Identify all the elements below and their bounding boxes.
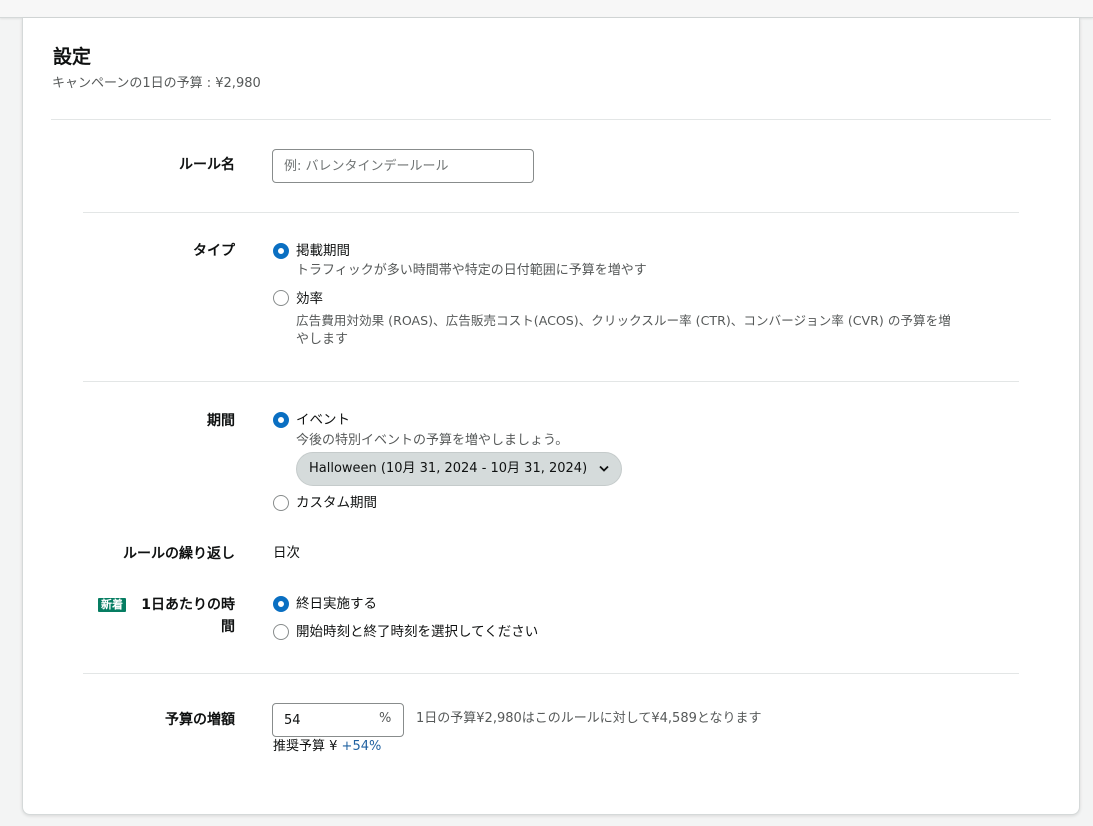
period-option-event-description: 今後の特別イベントの予算を増やしましょう。 xyxy=(296,433,569,448)
type-radio-placement[interactable] xyxy=(273,243,289,259)
budget-increase-label: 予算の増額 xyxy=(165,712,235,728)
type-option-efficiency-description-cont: やします xyxy=(296,332,349,347)
type-label: タイプ xyxy=(193,243,235,259)
daily-time-option-custom[interactable]: 開始時刻と終了時刻を選択してください xyxy=(296,622,538,642)
type-option-placement[interactable]: 掲載期間 xyxy=(296,241,350,261)
event-select-value: Halloween (10月 31, 2024 - 10月 31, 2024) xyxy=(309,461,588,476)
daily-budget-subtitle: キャンペーンの1日の予算 : ¥2,980 xyxy=(52,76,261,91)
recommended-budget: 推奨予算 ¥ +54% xyxy=(273,737,381,756)
divider xyxy=(83,212,1019,213)
settings-card: 設定 キャンペーンの1日の予算 : ¥2,980 ルール名 タイプ 掲載期間 ト… xyxy=(22,18,1080,815)
daily-time-radio-custom[interactable] xyxy=(273,624,289,640)
daily-time-label: 1日あたりの時 xyxy=(141,597,235,613)
event-select[interactable]: Halloween (10月 31, 2024 - 10月 31, 2024) xyxy=(296,452,622,486)
divider xyxy=(83,673,1019,674)
period-label: 期間 xyxy=(207,413,235,429)
recommended-budget-link[interactable]: +54% xyxy=(342,739,382,754)
budget-increase-summary: 1日の予算¥2,980はこのルールに対して¥4,589となります xyxy=(416,711,762,726)
recurrence-label: ルールの繰り返し xyxy=(123,546,235,562)
daily-time-option-all-day[interactable]: 終日実施する xyxy=(296,594,377,614)
rule-name-label: ルール名 xyxy=(179,157,235,173)
type-radio-efficiency[interactable] xyxy=(273,290,289,306)
recurrence-value: 日次 xyxy=(273,545,300,561)
chevron-down-icon xyxy=(599,465,609,472)
recommended-budget-label: 推奨予算 ¥ xyxy=(273,739,338,754)
divider xyxy=(51,119,1051,120)
page-title: 設定 xyxy=(53,46,92,68)
daily-time-radio-all-day[interactable] xyxy=(273,596,289,612)
daily-time-label-cont: 間 xyxy=(221,619,235,635)
percent-unit: % xyxy=(379,711,392,726)
period-radio-event[interactable] xyxy=(273,412,289,428)
type-option-placement-description: トラフィックが多い時間帯や特定の日付範囲に予算を増やす xyxy=(296,263,647,278)
rule-name-input[interactable] xyxy=(272,149,534,183)
period-option-event[interactable]: イベント xyxy=(296,410,350,430)
top-bar xyxy=(0,0,1093,18)
period-option-custom[interactable]: カスタム期間 xyxy=(296,493,377,513)
type-option-efficiency-description: 広告費用対効果 (ROAS)、広告販売コスト(ACOS)、クリックスルー率 (C… xyxy=(296,313,951,328)
divider xyxy=(83,381,1019,382)
type-option-efficiency[interactable]: 効率 xyxy=(296,289,323,309)
period-radio-custom[interactable] xyxy=(273,495,289,511)
